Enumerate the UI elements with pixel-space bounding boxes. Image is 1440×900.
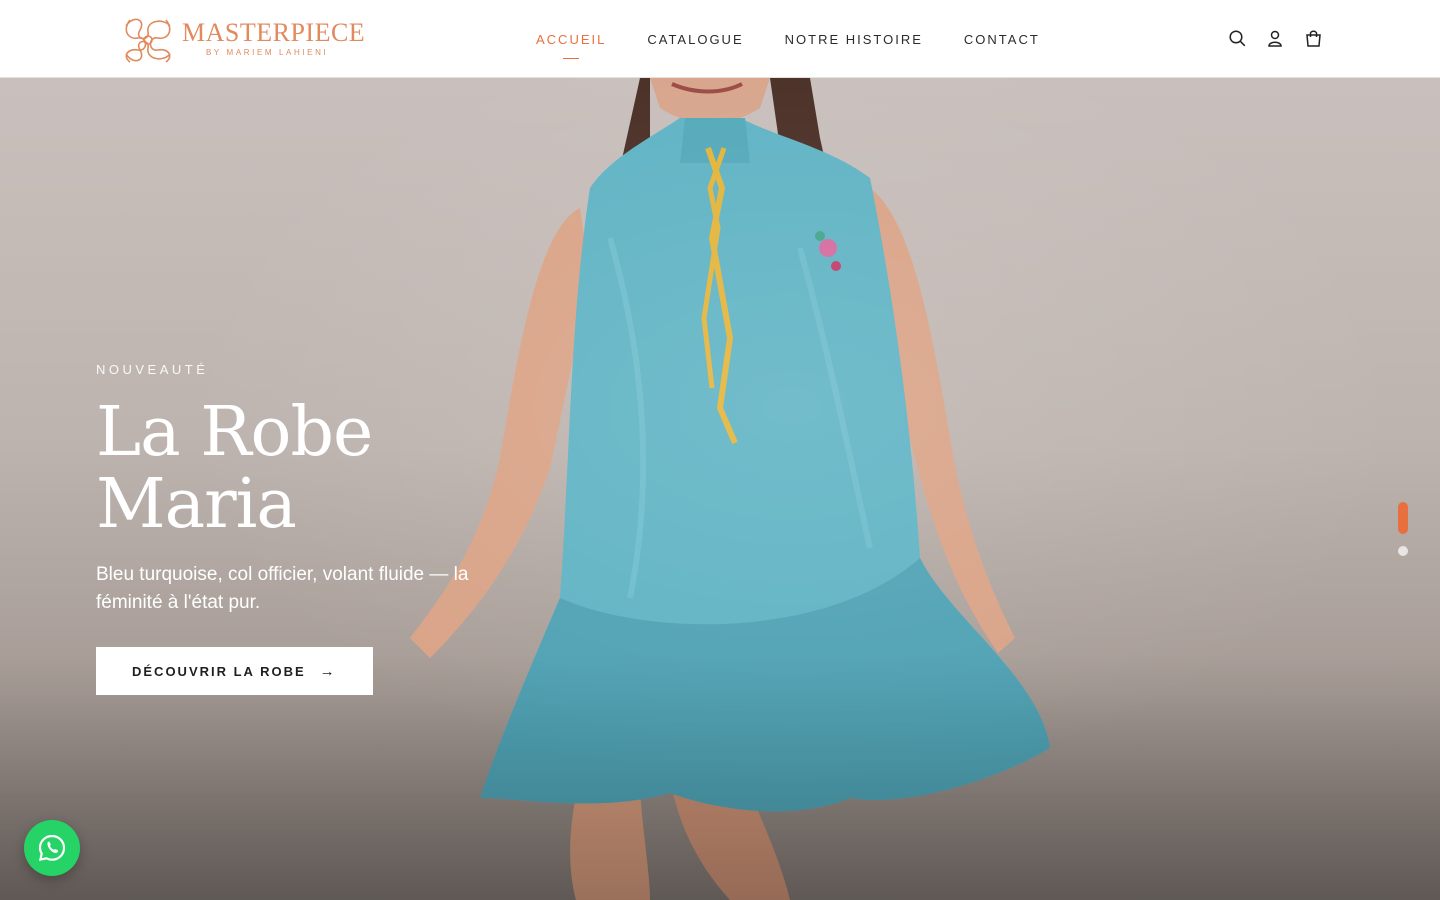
discover-dress-button[interactable]: DÉCOUVRIR LA ROBE → [96,647,373,695]
hero-title-line1: La Robe [96,393,373,472]
arrow-right-icon: → [319,662,337,680]
site-header: MASTERPIECE BY MARIEM LAHIENI ACCUEIL CA… [0,0,1440,78]
brand-logo[interactable]: MASTERPIECE BY MARIEM LAHIENI [120,12,365,68]
header-actions [1228,27,1322,49]
account-icon[interactable] [1266,27,1284,49]
slide-dot-1[interactable] [1398,502,1408,534]
hero-title: La Robe Maria [96,397,516,541]
slide-dot-2[interactable] [1398,546,1408,556]
hero-eyebrow: NOUVEAUTÉ [96,362,209,377]
whatsapp-button[interactable] [24,820,80,876]
search-icon[interactable] [1228,27,1246,49]
whatsapp-icon [38,834,66,862]
brand-tagline: BY MARIEM LAHIENI [206,48,329,57]
cta-label: DÉCOUVRIR LA ROBE [132,663,306,679]
hero-content: NOUVEAUTÉ La Robe Maria Bleu turquoise, … [96,362,516,695]
hero-banner: NOUVEAUTÉ La Robe Maria Bleu turquoise, … [0,78,1440,900]
main-nav: ACCUEIL CATALOGUE NOTRE HISTOIRE CONTACT [536,0,1081,78]
nav-item-contact[interactable]: CONTACT [964,32,1040,47]
slider-pagination [1398,502,1408,568]
monogram-icon [125,18,171,63]
nav-item-catalogue[interactable]: CATALOGUE [647,32,743,47]
brand-name: MASTERPIECE [182,18,366,47]
nav-item-notre-histoire[interactable]: NOTRE HISTOIRE [785,32,923,47]
nav-item-accueil[interactable]: ACCUEIL [536,32,606,59]
cart-icon[interactable] [1304,27,1322,49]
hero-title-line2: Maria [96,465,297,544]
hero-description: Bleu turquoise, col officier, volant flu… [96,564,469,613]
